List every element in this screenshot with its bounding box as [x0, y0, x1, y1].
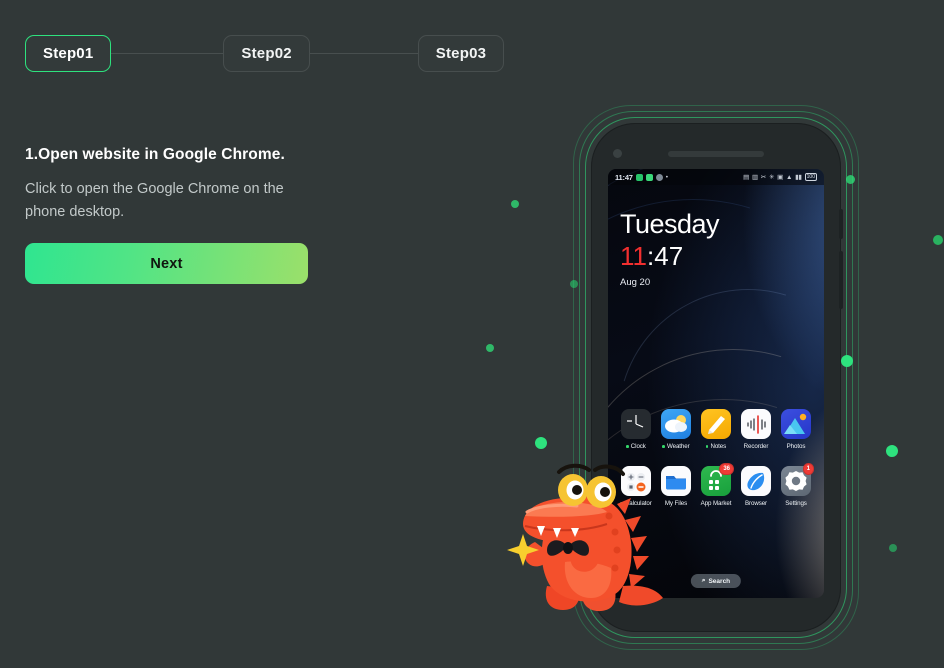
app-label: Photos — [786, 443, 806, 450]
step-item-2[interactable]: Step02 — [223, 35, 310, 72]
decorative-dot-1 — [511, 200, 519, 208]
clock-icon — [621, 409, 651, 439]
search-bar[interactable]: ⌕ Search — [690, 574, 742, 588]
instruction-heading: 1.Open website in Google Chrome. — [25, 146, 285, 163]
step-label-3: Step03 — [435, 45, 487, 62]
step-label-2: Step02 — [241, 45, 292, 62]
clock-weekday: Tuesday — [620, 209, 720, 239]
clock-minute: 47 — [654, 241, 684, 271]
photos-icon — [781, 409, 811, 439]
wifi-icon: ▲ — [785, 173, 793, 181]
running-indicator-dot — [626, 445, 629, 448]
vpn-icon: ▣ — [777, 174, 783, 181]
dot-icon: • — [665, 173, 668, 181]
step-connector-1 — [111, 53, 224, 54]
app-label: Notes — [697, 443, 735, 450]
battery-saver-icon — [645, 173, 653, 181]
app-recorder[interactable]: Recorder — [737, 409, 775, 450]
keyboard-icon: ▤ — [743, 174, 749, 181]
shield-icon — [655, 173, 663, 181]
clock-hour: 11 — [620, 241, 647, 271]
instruction-body: Click to open the Google Chrome on the p… — [25, 181, 284, 221]
app-browser[interactable]: Browser — [737, 466, 775, 507]
lockscreen-clock: Tuesday 11:47 Aug 20 — [620, 209, 720, 288]
step-label-1: Step01 — [43, 45, 94, 62]
next-button[interactable]: Next — [25, 243, 308, 284]
app-label: Weather — [657, 443, 695, 450]
decorative-dot-7 — [535, 437, 547, 449]
decorative-dot-3 — [933, 235, 943, 245]
app-row-1: Clock Weather Notes Recorder Photos — [617, 409, 815, 450]
instruction-block: 1.Open website in Google Chrome. Click t… — [25, 146, 325, 224]
status-time: 11:47 — [615, 172, 633, 182]
running-indicator-dot — [705, 445, 709, 448]
dinosaur-mascot — [505, 458, 680, 623]
search-label: Search — [708, 577, 731, 585]
recorder-icon — [741, 409, 771, 439]
step-item-1[interactable]: Step01 — [25, 35, 112, 72]
app-label: Browser — [745, 500, 767, 507]
onboarding-page: Step01 Step02 Step03 1.Open website in G… — [0, 0, 944, 668]
nav-arrow-icon — [635, 173, 643, 181]
app-weather[interactable]: Weather — [657, 409, 695, 450]
notes-icon — [701, 409, 731, 439]
power-button[interactable] — [839, 251, 843, 309]
notification-badge: 1 — [802, 463, 814, 475]
search-icon: ⌕ — [701, 577, 706, 584]
clock-time: 11:47 — [620, 241, 719, 272]
app-app-market[interactable]: 36 App Market — [697, 463, 735, 507]
status-bar: 11:47 • ▤ ▥ ✂ ✳ ▣ ▲ ▮▮ 100 — [608, 169, 824, 185]
decorative-dot-9 — [889, 544, 897, 552]
running-indicator-dot — [662, 445, 665, 448]
sim-icon: ▥ — [751, 174, 758, 181]
app-label: Clock — [617, 443, 655, 450]
front-camera-icon — [613, 149, 622, 158]
decorative-dot-5 — [486, 344, 494, 352]
mute-icon: ✂ — [760, 174, 766, 181]
app-label: Settings — [785, 500, 807, 507]
battery-icon: 100 — [804, 173, 817, 181]
step-item-3[interactable]: Step03 — [417, 35, 505, 72]
earpiece-speaker — [668, 151, 764, 157]
clock-date: Aug 20 — [620, 276, 651, 288]
volume-button[interactable] — [839, 209, 843, 239]
app-photos[interactable]: Photos — [777, 409, 815, 450]
app-notes[interactable]: Notes — [697, 409, 735, 450]
browser-icon — [741, 466, 771, 496]
app-label: Recorder — [743, 443, 769, 450]
stepper: Step01 Step02 Step03 — [25, 35, 505, 72]
step-connector-2 — [309, 53, 418, 54]
app-clock[interactable]: Clock — [617, 409, 655, 450]
weather-icon — [661, 409, 691, 439]
app-settings[interactable]: 1 Settings — [777, 463, 815, 507]
notification-badge: 36 — [719, 463, 734, 475]
signal-icon: ▮▮ — [795, 174, 802, 181]
bluetooth-icon: ✳ — [768, 174, 775, 181]
app-label: App Market — [700, 500, 732, 507]
decorative-dot-8 — [886, 445, 898, 457]
